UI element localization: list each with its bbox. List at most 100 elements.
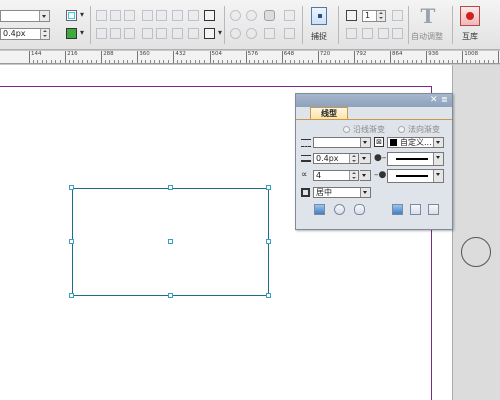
align-bottom-icon[interactable] [172,10,183,21]
resize-handle-left[interactable] [69,239,74,244]
page-spinner[interactable] [376,11,385,21]
panel-menu-icon[interactable]: ≣ [441,94,448,106]
ruler-minor-tick [104,60,106,63]
separator [408,6,409,44]
count-dropdown[interactable] [360,170,371,181]
close-icon[interactable]: ✕ [430,94,438,106]
same-height-icon[interactable] [172,28,183,39]
page-settings-icon[interactable] [392,10,403,21]
horizontal-ruler[interactable]: 144 216 288 360 432 504 576 648 720 792 864 936 1008… [0,51,500,64]
space-v-icon[interactable] [142,28,153,39]
navigator-circle-icon[interactable] [461,237,491,267]
panel-titlebar[interactable]: ✕ ≣ [296,94,452,107]
align-dropdown[interactable]: 居中 [313,187,371,198]
start-arrow-dropdown[interactable] [387,152,444,166]
weld-icon[interactable] [264,28,275,39]
stroke-color-swatch[interactable] [66,10,77,21]
stroke-width-input[interactable]: 0.4px [0,28,50,40]
align-middle-icon[interactable] [156,10,167,21]
resize-handle-top[interactable] [168,185,173,190]
resize-handle-top-right[interactable] [266,185,271,190]
text-tool-icon[interactable]: T [418,5,438,27]
chevron-down-icon[interactable] [360,171,370,180]
snap-button[interactable]: 捕捉 [311,31,327,42]
stroke-width-spinner[interactable] [40,29,49,39]
unlock-icon[interactable] [284,10,295,21]
same-width-icon[interactable] [156,28,167,39]
line-style-dropdown[interactable] [0,10,50,22]
library-button[interactable]: 互库 [462,31,478,42]
arrange-icon[interactable] [204,28,215,39]
bevel-join-button[interactable] [428,204,439,215]
fill-color-dropdown-icon[interactable]: ▾ [80,28,84,37]
line-width-input[interactable]: 0.4px [313,153,359,164]
miter-join-button[interactable] [392,204,403,215]
ruler-minor-tick [438,60,440,63]
chevron-down-icon[interactable] [360,188,370,197]
square-end-button[interactable] [354,204,365,215]
round-join-button[interactable] [410,204,421,215]
align-center-icon[interactable] [110,10,121,21]
ruler-minor-tick [95,60,97,63]
align-top-icon[interactable] [142,10,153,21]
count-input[interactable]: 4 [313,170,359,181]
stroke-color-dropdown-icon[interactable]: ▾ [80,10,84,19]
ruler-minor-tick [330,60,332,63]
line-color-dropdown[interactable]: 自定义... [387,137,444,148]
gradient-normal-radio[interactable] [398,126,405,133]
line-width-dropdown[interactable] [360,153,371,164]
page-number-input[interactable]: 1 [362,10,386,22]
first-page-icon[interactable] [346,28,357,39]
break-apart-icon[interactable] [246,28,257,39]
next-page-icon[interactable] [378,28,389,39]
gradient-toggle-icon[interactable]: ⊠ [374,137,384,147]
ruler-minor-tick [402,60,404,63]
chevron-down-icon[interactable] [360,138,370,147]
resize-handle-bottom-right[interactable] [266,293,271,298]
ungroup-icon[interactable] [246,10,257,21]
chevron-down-icon[interactable] [433,153,443,165]
arrange-dropdown-icon[interactable]: ▾ [218,28,222,37]
flat-end-button[interactable] [314,204,325,215]
last-page-icon[interactable] [392,28,403,39]
distribute-v-icon[interactable] [110,28,121,39]
ruler-minor-tick [294,60,296,63]
page-view-icon[interactable] [346,10,357,21]
resize-handle-bottom-left[interactable] [69,293,74,298]
tab-divider [296,119,452,120]
count-spinner[interactable] [349,171,358,180]
align-right-icon[interactable] [124,10,135,21]
trim-icon[interactable] [284,28,295,39]
end-arrow-dropdown[interactable] [387,169,444,183]
line-type-dropdown[interactable] [313,137,371,148]
ruler-minor-tick [375,60,377,63]
fill-color-swatch[interactable] [66,28,77,39]
chevron-down-icon[interactable] [39,11,49,21]
resize-handle-right[interactable] [266,239,271,244]
auto-adjust-button[interactable]: 自动调整 [411,31,443,42]
line-width-spinner[interactable] [349,154,358,163]
round-end-button[interactable] [334,204,345,215]
tab-line-style[interactable]: 线型 [310,107,348,119]
align-left-icon[interactable] [96,10,107,21]
group-icon[interactable] [230,10,241,21]
chevron-down-icon[interactable] [360,154,370,163]
space-h-icon[interactable] [124,28,135,39]
resize-handle-bottom[interactable] [168,293,173,298]
same-size-icon[interactable] [188,28,199,39]
size-equal-icon[interactable] [204,10,215,21]
gradient-along-radio[interactable] [343,126,350,133]
chevron-down-icon[interactable] [433,138,443,147]
center-handle[interactable] [168,239,173,244]
snap-icon[interactable] [311,7,327,25]
distribute-icon[interactable] [188,10,199,21]
library-icon[interactable] [460,6,480,26]
ruler-tick-label: 216 [65,51,78,63]
chevron-down-icon[interactable] [433,170,443,182]
combine-icon[interactable] [230,28,241,39]
distribute-h-icon[interactable] [96,28,107,39]
prev-page-icon[interactable] [362,28,373,39]
lock-icon[interactable] [264,10,275,21]
ruler-minor-tick [429,60,431,63]
resize-handle-top-left[interactable] [69,185,74,190]
